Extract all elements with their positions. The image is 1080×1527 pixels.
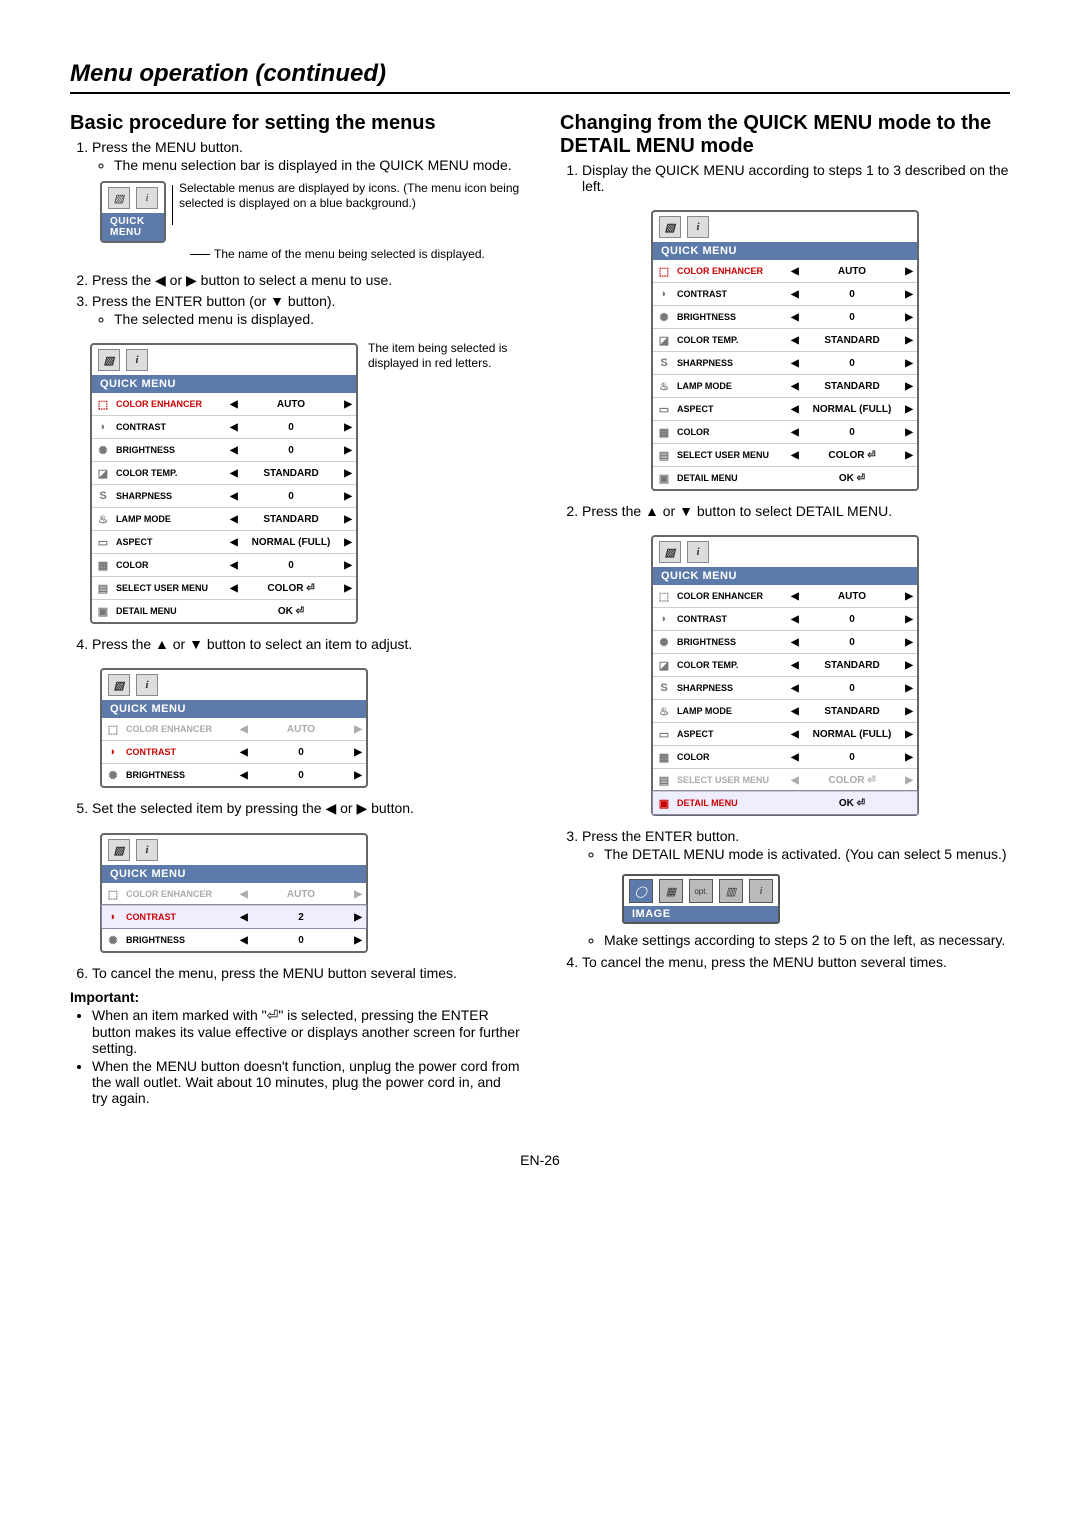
- left-step3-bullet: The selected menu is displayed.: [114, 311, 520, 327]
- osd-header: QUICK MENU: [102, 700, 366, 718]
- left-step4: Press the ▲ or ▼ button to select an ite…: [92, 636, 520, 652]
- right-step3: Press the ENTER button. The DETAIL MENU …: [582, 828, 1010, 948]
- right-step1: Display the QUICK MENU according to step…: [582, 162, 1010, 194]
- osd-full-r1: ▧ i QUICK MENU ⬚COLOR ENHANCER◀AUTO▶ ◗CO…: [651, 210, 919, 491]
- info-tab-icon: i: [136, 674, 158, 696]
- detail-menu-bar: ◯ ▦ opt. ▥ i IMAGE: [622, 874, 780, 924]
- info-tab-icon: i: [126, 349, 148, 371]
- right-step4: To cancel the menu, press the MENU butto…: [582, 954, 1010, 970]
- detail-tab-3-icon: opt.: [689, 879, 713, 903]
- detail-tab-5-icon: i: [749, 879, 773, 903]
- osd-header: QUICK MENU: [102, 865, 366, 883]
- left-step3: Press the ENTER button (or ▼ button). Th…: [92, 293, 520, 327]
- page-title: Menu operation (continued): [70, 60, 1010, 94]
- left-step2: Press the ◀ or ▶ button to select a menu…: [92, 272, 520, 289]
- osd-partial-1: ▧ i QUICK MENU ⬚COLOR ENHANCER◀AUTO▶ ◗CO…: [100, 668, 368, 788]
- info-tab-icon: i: [687, 541, 709, 563]
- osd-partial-2: ▧ i QUICK MENU ⬚COLOR ENHANCER◀AUTO▶ ◗CO…: [100, 833, 368, 953]
- right-step2: Press the ▲ or ▼ button to select DETAIL…: [582, 503, 1010, 519]
- info-tab-icon: i: [687, 216, 709, 238]
- fig2-caption: The item being selected is displayed in …: [368, 341, 520, 371]
- diagram1-caption-bottom: The name of the menu being selected is d…: [190, 247, 520, 262]
- menu-tab-icon: ▧: [659, 216, 681, 238]
- osd-header: QUICK MENU: [653, 242, 917, 260]
- diagram1-caption-top: Selectable menus are displayed by icons.…: [179, 181, 520, 211]
- left-step1: Press the MENU button. The menu selectio…: [92, 139, 520, 173]
- important-b1: When an item marked with "⏎" is selected…: [92, 1007, 520, 1056]
- osd-header-bar: QUICK MENU: [102, 213, 164, 241]
- diagram1: ▧ i QUICK MENU Selectable menus are disp…: [100, 181, 520, 243]
- detail-bar-label: IMAGE: [624, 906, 778, 922]
- right-step3-bullet: The DETAIL MENU mode is activated. (You …: [604, 846, 1010, 862]
- right-step3-bullet2: Make settings according to steps 2 to 5 …: [604, 932, 1010, 948]
- menu-tab-icon: ▧: [108, 187, 130, 209]
- important-b2: When the MENU button doesn't function, u…: [92, 1058, 520, 1106]
- osd-header: QUICK MENU: [92, 375, 356, 393]
- left-column: Basic procedure for setting the menus Pr…: [70, 112, 520, 1112]
- left-step1-bullet: The menu selection bar is displayed in t…: [114, 157, 520, 173]
- detail-tab-2-icon: ▦: [659, 879, 683, 903]
- osd-header: QUICK MENU: [653, 567, 917, 585]
- info-tab-icon: i: [136, 187, 158, 209]
- osd-full-r2: ▧ i QUICK MENU ⬚COLOR ENHANCER◀AUTO▶ ◗CO…: [651, 535, 919, 816]
- left-heading: Basic procedure for setting the menus: [70, 112, 520, 135]
- page-number: EN-26: [70, 1152, 1010, 1168]
- info-tab-icon: i: [136, 839, 158, 861]
- left-step5: Set the selected item by pressing the ◀ …: [92, 800, 520, 817]
- menu-tab-icon: ▧: [108, 839, 130, 861]
- detail-tab-4-icon: ▥: [719, 879, 743, 903]
- osd-full-1: ▧ i QUICK MENU ⬚COLOR ENHANCER◀AUTO▶ ◗CO…: [90, 343, 358, 624]
- left-step6: To cancel the menu, press the MENU butto…: [92, 965, 520, 981]
- important-label: Important:: [70, 989, 520, 1005]
- detail-tab-1-icon: ◯: [629, 879, 653, 903]
- menu-tab-icon: ▧: [659, 541, 681, 563]
- menu-tab-icon: ▧: [98, 349, 120, 371]
- menu-tab-icon: ▧: [108, 674, 130, 696]
- right-column: Changing from the QUICK MENU mode to the…: [560, 112, 1010, 1112]
- right-heading: Changing from the QUICK MENU mode to the…: [560, 112, 1010, 158]
- fig2: ▧ i QUICK MENU ⬚COLOR ENHANCER◀AUTO▶ ◗CO…: [90, 335, 520, 632]
